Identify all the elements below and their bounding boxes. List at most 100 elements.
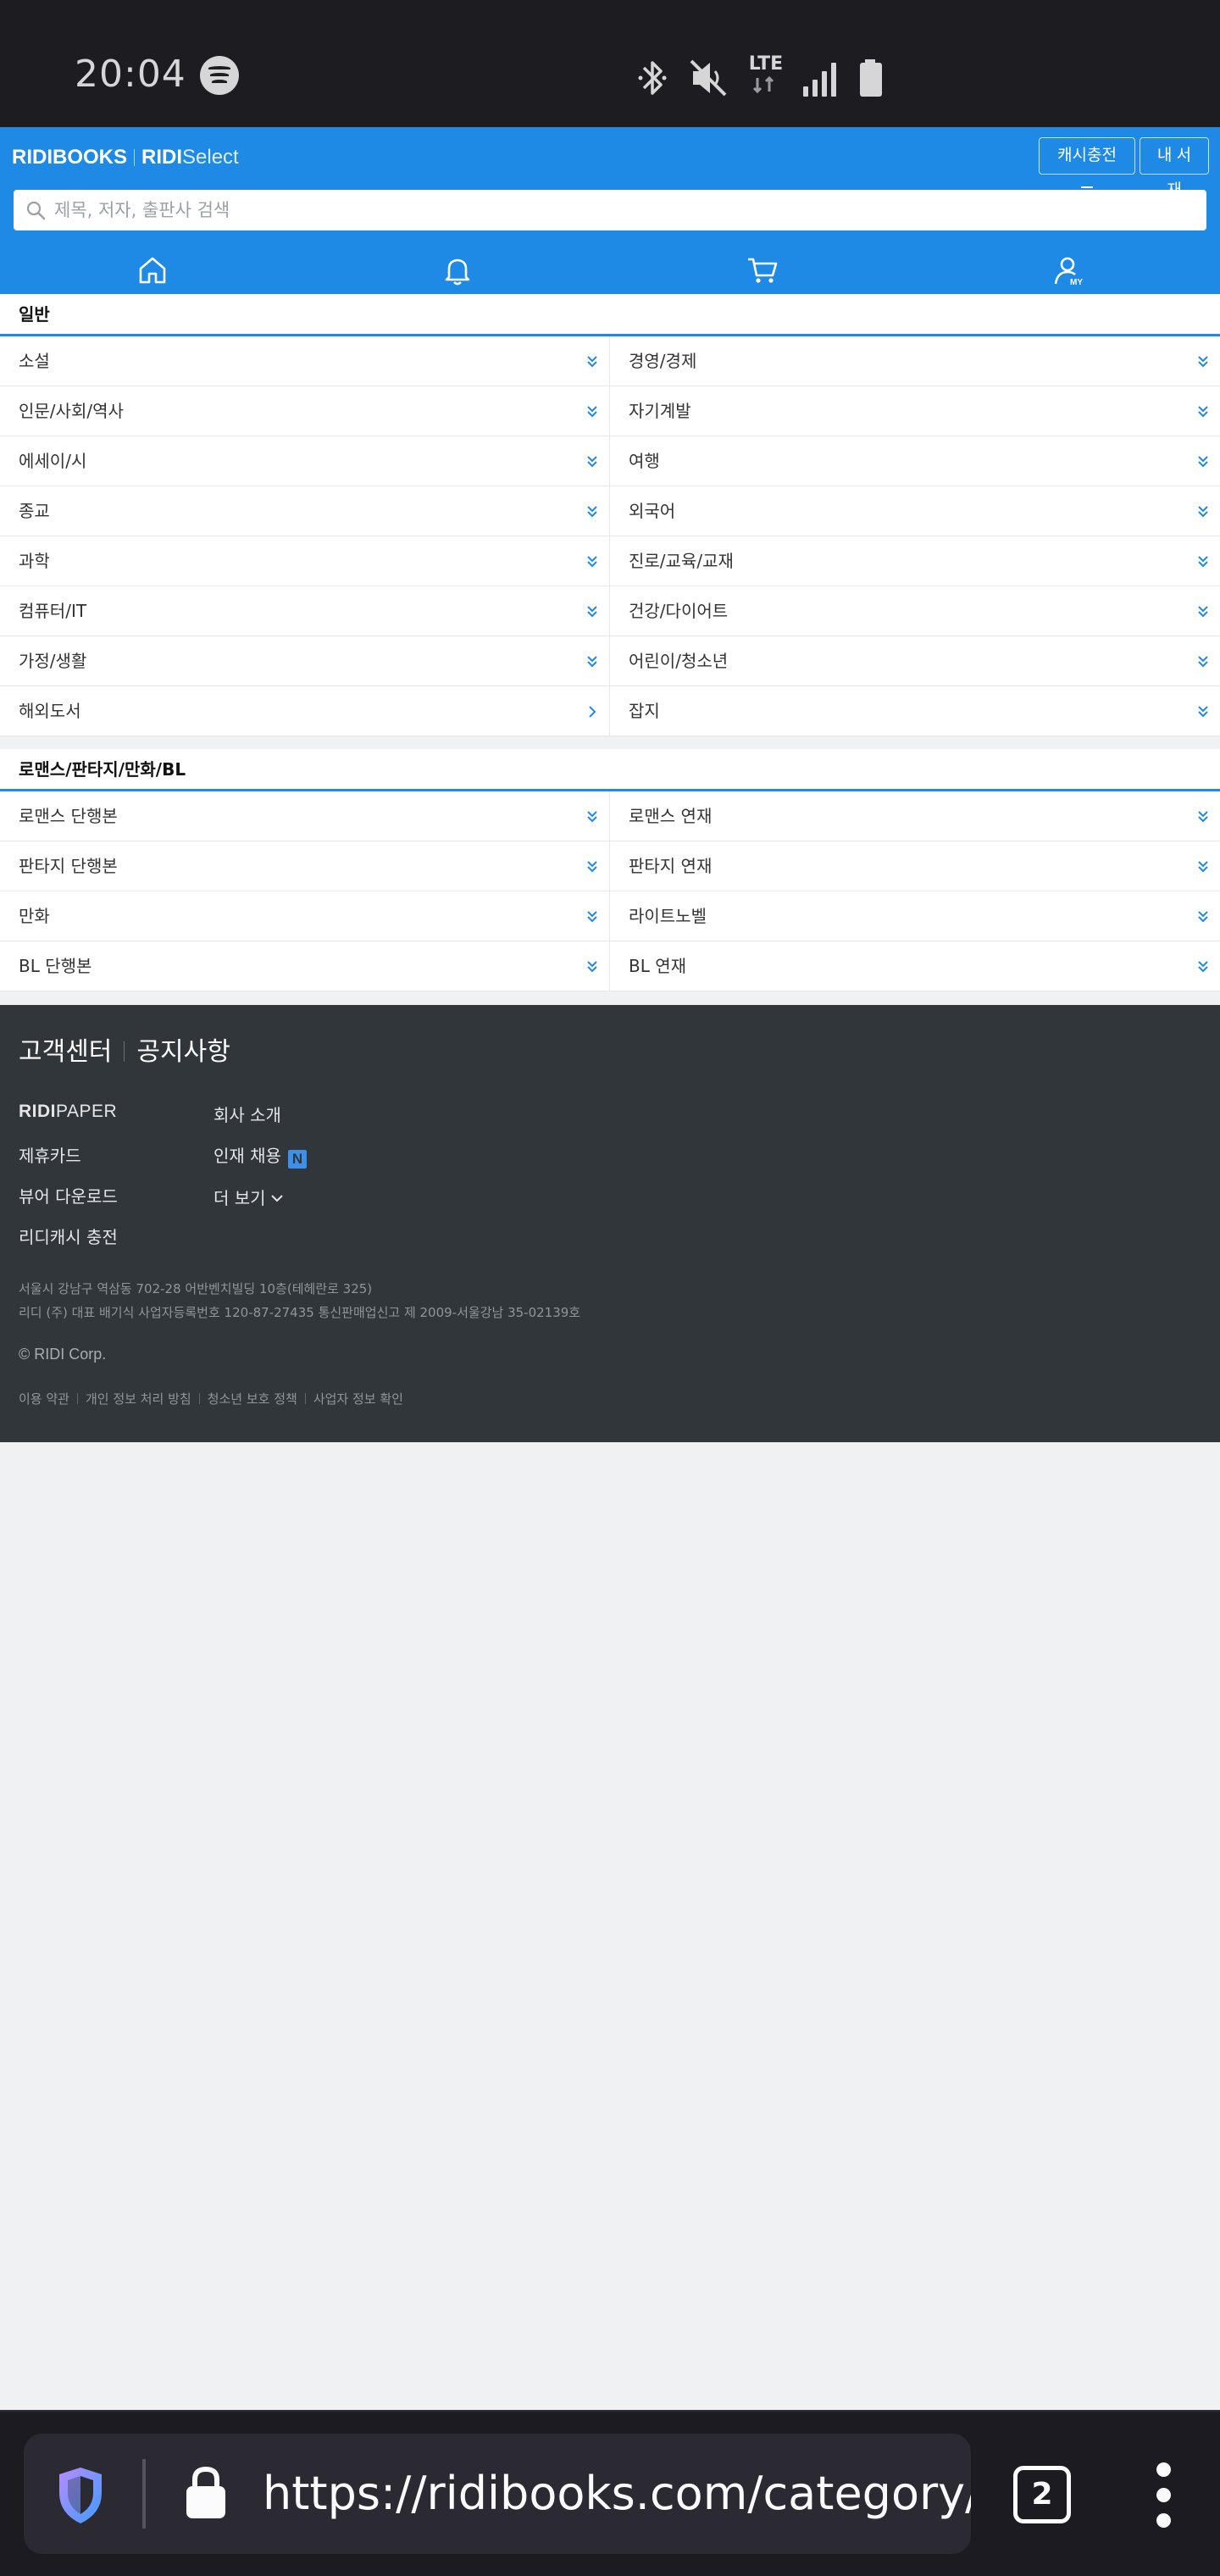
ridipaper-ridi: RIDI xyxy=(19,1102,56,1121)
spotify-icon xyxy=(200,56,239,95)
nav-cart[interactable] xyxy=(610,246,915,294)
partner-card-link[interactable]: 제휴카드 xyxy=(19,1142,81,1167)
copyright: © RIDI Corp. xyxy=(19,1346,107,1363)
notices-link[interactable]: 공지사항 xyxy=(136,1037,230,1067)
customer-center-link[interactable]: 고객센터 xyxy=(19,1037,112,1067)
category-grid: 로맨스 단행본 로맨스 연재판타지 단행본 판타지 연재만화 라이트노벨 BL 단행본 B… xyxy=(0,791,1220,991)
user-icon: MY xyxy=(1054,257,1083,287)
footer-top-links: 고객센터 공지사항 xyxy=(19,1030,230,1068)
category-label: 판타지 단행본 xyxy=(19,856,118,876)
category-item[interactable]: 로맨스 연재 xyxy=(610,791,1220,841)
address-bar[interactable]: https://ridibooks.com/category/list xyxy=(24,2434,971,2554)
browser-menu-icon[interactable] xyxy=(1152,2462,1176,2529)
ridi-cash-charge-link[interactable]: 리디캐시 충전 xyxy=(19,1224,118,1248)
my-library-button[interactable]: 내 서재 xyxy=(1140,137,1209,199)
category-label: 판타지 연재 xyxy=(629,856,713,876)
ridipaper-paper: PAPER xyxy=(56,1102,118,1121)
category-label: 컴퓨터/IT xyxy=(19,601,87,621)
url-text[interactable]: https://ridibooks.com/category/list xyxy=(263,2434,971,2554)
category-item[interactable]: 소설 xyxy=(0,336,610,386)
category-label: 종교 xyxy=(19,501,50,521)
business-info-link[interactable]: 사업자 정보 확인 xyxy=(313,1391,403,1407)
ridi-select-ridi: RIDI xyxy=(141,146,183,169)
category-item[interactable]: 과학 xyxy=(0,536,610,586)
category-item[interactable]: BL 연재 xyxy=(610,941,1220,991)
lte-icon: LTE xyxy=(746,54,786,102)
category-item[interactable]: 외국어 xyxy=(610,486,1220,536)
youth-protection-link[interactable]: 청소년 보호 정책 xyxy=(208,1391,297,1407)
category-item[interactable]: BL 단행본 xyxy=(0,941,610,991)
category-item[interactable]: 진로/교육/교재 xyxy=(610,536,1220,586)
nav-home[interactable] xyxy=(0,246,305,294)
category-item[interactable]: 컴퓨터/IT xyxy=(0,586,610,636)
category-label: BL 단행본 xyxy=(19,956,92,976)
category-label: BL 연재 xyxy=(629,956,687,976)
category-item[interactable]: 여행 xyxy=(610,436,1220,486)
brand-logo[interactable]: RIDIBOOKS RIDISelect xyxy=(12,144,239,171)
category-item[interactable]: 인문/사회/역사 xyxy=(0,386,610,436)
company-intro-link[interactable]: 회사 소개 xyxy=(214,1102,281,1126)
svg-text:MY: MY xyxy=(1070,278,1083,287)
category-label: 과학 xyxy=(19,551,50,571)
nav-my-ridi[interactable]: MY xyxy=(915,246,1220,294)
category-item[interactable]: 라이트노벨 xyxy=(610,891,1220,941)
shield-icon[interactable] xyxy=(54,2464,107,2527)
address-divider xyxy=(142,2459,146,2529)
nav-notifications[interactable] xyxy=(305,246,610,294)
category-item[interactable]: 잡지 xyxy=(610,686,1220,736)
recruit-link[interactable]: 인재 채용 N xyxy=(214,1142,307,1169)
tab-count-button[interactable]: 2 xyxy=(1013,2466,1071,2523)
cash-charge-button[interactable]: 캐시충전 xyxy=(1039,137,1135,195)
search-bar[interactable] xyxy=(14,190,1206,230)
category-item[interactable]: 만화 xyxy=(0,891,610,941)
system-status-bar: 20:04 LTE xyxy=(0,0,1220,127)
more-link[interactable]: 더 보기 xyxy=(214,1185,283,1209)
category-label: 라이트노벨 xyxy=(629,906,707,926)
category-item[interactable]: 해외도서 xyxy=(0,686,610,736)
category-item[interactable]: 판타지 단행본 xyxy=(0,841,610,891)
ridibooks-logo[interactable]: RIDIBOOKS xyxy=(12,146,127,169)
home-icon xyxy=(139,257,166,283)
brand-divider xyxy=(134,149,136,166)
category-item[interactable]: 로맨스 단행본 xyxy=(0,791,610,841)
category-label: 경영/경제 xyxy=(629,351,697,371)
terms-link[interactable]: 이용 약관 xyxy=(19,1391,69,1407)
ridi-select-logo[interactable]: RIDISelect xyxy=(141,146,239,169)
app-header: RIDIBOOKS RIDISelect 캐시충전 내 서재 xyxy=(0,127,1220,294)
category-item[interactable]: 경영/경제 xyxy=(610,336,1220,386)
recruit-label: 인재 채용 xyxy=(214,1146,281,1166)
lock-icon[interactable] xyxy=(183,2462,229,2522)
category-item[interactable]: 자기계발 xyxy=(610,386,1220,436)
privacy-policy-link[interactable]: 개인 정보 처리 방침 xyxy=(86,1391,191,1407)
ridi-select-select: Select xyxy=(182,146,239,169)
category-item[interactable]: 판타지 연재 xyxy=(610,841,1220,891)
category-item[interactable]: 어린이/청소년 xyxy=(610,636,1220,686)
category-label: 로맨스 연재 xyxy=(629,806,713,826)
category-label: 소설 xyxy=(19,351,50,371)
company-registration: 리디 (주) 대표 배기식 사업자등록번호 120-87-27435 통신판매업… xyxy=(19,1305,581,1320)
bell-icon xyxy=(445,258,470,285)
category-item[interactable]: 건강/다이어트 xyxy=(610,586,1220,636)
category-item[interactable]: 에세이/시 xyxy=(0,436,610,486)
category-item[interactable]: 종교 xyxy=(0,486,610,536)
signal-icon xyxy=(803,63,836,97)
viewer-download-link[interactable]: 뷰어 다운로드 xyxy=(19,1183,118,1208)
category-label: 해외도서 xyxy=(19,701,81,721)
more-label: 더 보기 xyxy=(214,1188,266,1208)
bluetooth-icon xyxy=(638,61,667,95)
category-item[interactable]: 가정/생활 xyxy=(0,636,610,686)
category-label: 가정/생활 xyxy=(19,651,87,671)
policy-links: 이용 약관 개인 정보 처리 방침 청소년 보호 정책 사업자 정보 확인 xyxy=(19,1390,403,1407)
category-label: 어린이/청소년 xyxy=(629,651,729,671)
search-input[interactable] xyxy=(54,190,1190,230)
status-time: 20:04 xyxy=(75,53,186,96)
category-label: 잡지 xyxy=(629,701,660,721)
category-label: 에세이/시 xyxy=(19,451,87,471)
site-footer: 고객센터 공지사항 RIDIPAPER 제휴카드 뷰어 다운로드 리디캐시 충전 … xyxy=(0,1005,1220,1442)
main-navigation: MY xyxy=(0,246,1220,294)
search-icon xyxy=(26,201,46,220)
category-label: 인문/사회/역사 xyxy=(19,401,124,421)
footer-divider xyxy=(124,1041,125,1062)
chevron-down-icon xyxy=(270,1195,283,1202)
ridipaper-link[interactable]: RIDIPAPER xyxy=(19,1102,117,1122)
